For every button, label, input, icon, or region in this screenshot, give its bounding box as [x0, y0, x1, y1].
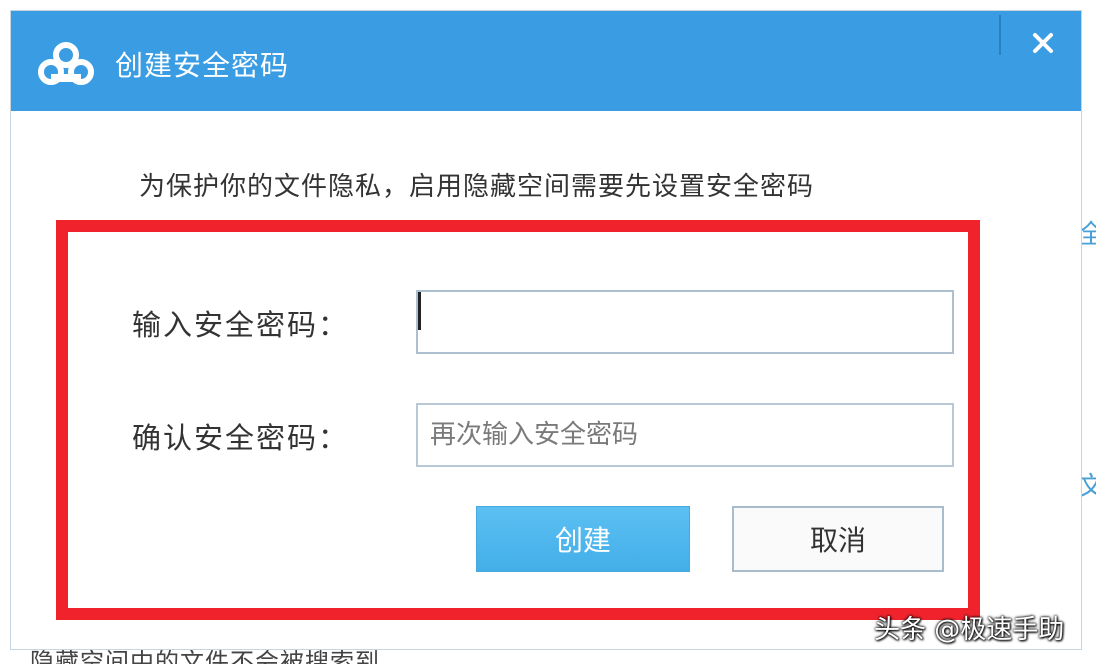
password-label: 输入安全密码：	[132, 308, 350, 342]
password-input[interactable]	[416, 290, 954, 354]
confirm-password-label: 确认安全密码：	[132, 421, 350, 455]
dialog-title: 创建安全密码	[115, 49, 290, 82]
close-icon	[1033, 33, 1053, 53]
cancel-button[interactable]: 取消	[732, 506, 944, 572]
watermark-text: 头条 @极速手助	[874, 615, 1065, 645]
titlebar-divider	[999, 15, 1001, 55]
text-cursor	[418, 292, 421, 330]
create-button[interactable]: 创建	[476, 506, 690, 572]
intro-text: 为保护你的文件隐私，启用隐藏空间需要先设置安全密码	[139, 172, 815, 202]
confirm-password-input[interactable]	[416, 403, 954, 467]
close-button[interactable]	[1023, 23, 1063, 63]
dialog-titlebar: 创建安全密码	[11, 11, 1081, 111]
cloud-logo-icon	[38, 42, 94, 85]
